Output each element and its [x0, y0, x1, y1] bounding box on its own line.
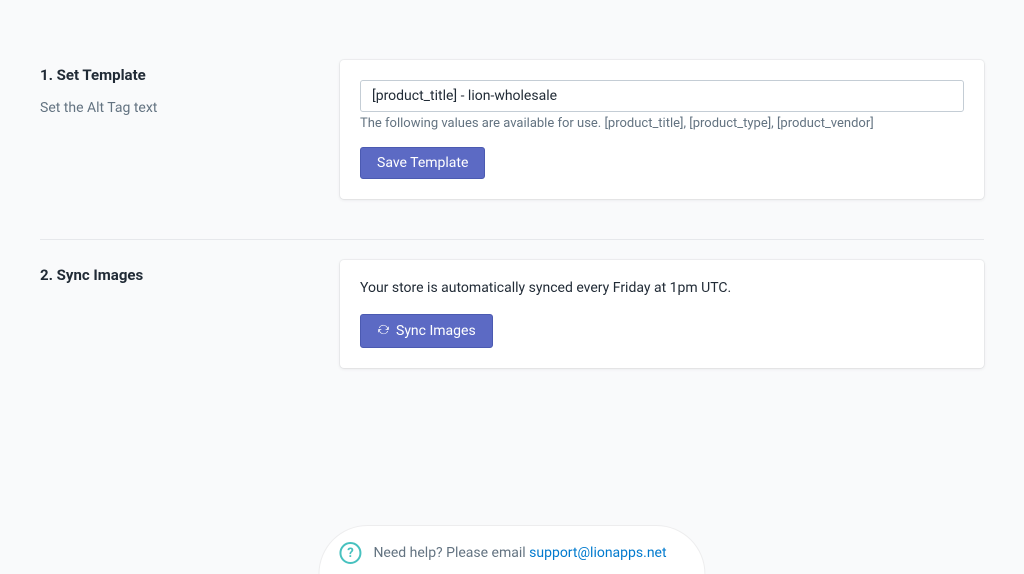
- set-template-section: 1. Set Template Set the Alt Tag text The…: [40, 40, 984, 240]
- set-template-description: Set the Alt Tag text: [40, 100, 316, 116]
- sync-images-heading: 2. Sync Images: [40, 266, 316, 284]
- set-template-header: 1. Set Template Set the Alt Tag text: [40, 60, 340, 199]
- sync-images-button-label: Sync Images: [396, 324, 476, 338]
- set-template-heading: 1. Set Template: [40, 66, 316, 84]
- settings-container: 1. Set Template Set the Alt Tag text The…: [0, 0, 1024, 404]
- sync-images-card: Your store is automatically synced every…: [340, 260, 984, 368]
- save-template-button[interactable]: Save Template: [360, 147, 485, 179]
- help-pill: ? Need help? Please email support@lionap…: [318, 525, 705, 574]
- support-email-link[interactable]: support@lionapps.net: [529, 545, 666, 561]
- sync-icon: [377, 323, 390, 339]
- sync-images-button[interactable]: Sync Images: [360, 314, 493, 348]
- help-icon: ?: [339, 542, 361, 564]
- save-template-button-label: Save Template: [377, 156, 468, 170]
- sync-schedule-text: Your store is automatically synced every…: [360, 280, 964, 296]
- sync-images-header: 2. Sync Images: [40, 260, 340, 368]
- help-text: Need help? Please email support@lionapps…: [373, 545, 666, 561]
- set-template-card: The following values are available for u…: [340, 60, 984, 199]
- template-helper-text: The following values are available for u…: [360, 116, 964, 131]
- sync-images-section: 2. Sync Images Your store is automatical…: [40, 260, 984, 404]
- alt-tag-template-input[interactable]: [360, 80, 964, 112]
